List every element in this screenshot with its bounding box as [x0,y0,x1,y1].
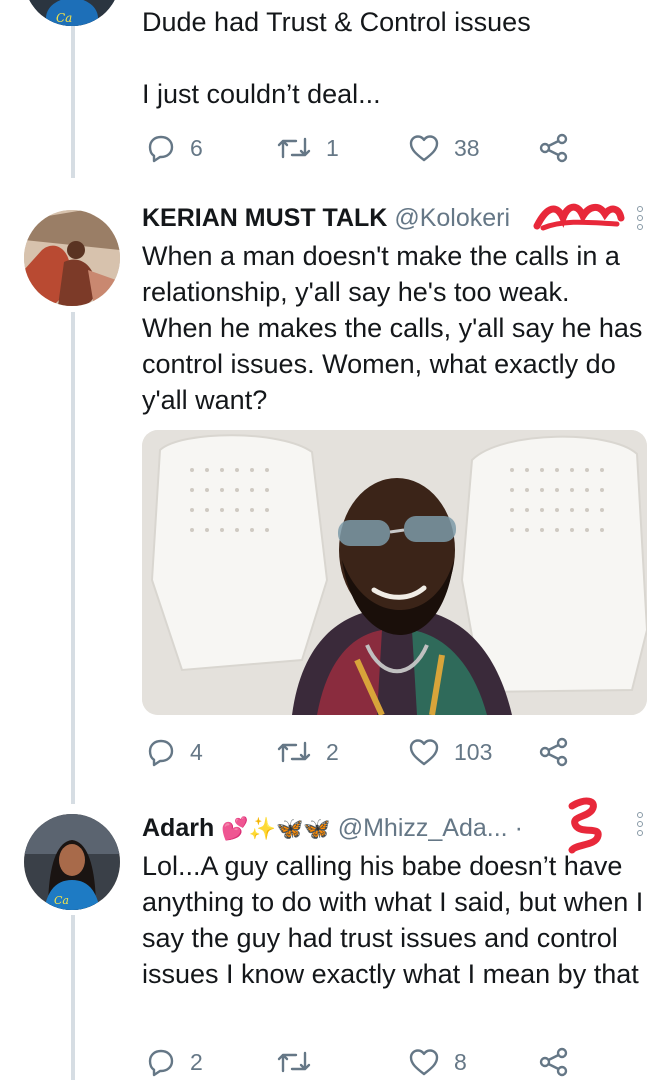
heart-icon [409,1049,439,1076]
tweet-actions: 4 2 103 [142,734,572,770]
redaction-scribble [533,203,625,231]
reply-count: 4 [190,738,203,765]
thread-line-bottom [71,915,75,1080]
redaction-scribble [568,797,602,854]
reply-button[interactable]: 4 [146,734,203,770]
reply-icon [148,1049,174,1077]
retweet-button[interactable]: 2 [276,734,339,770]
retweet-button[interactable] [276,1044,326,1080]
thread-line-top [71,0,75,178]
user-handle[interactable]: @Kolokeri [394,204,510,232]
like-count: 103 [454,738,493,765]
user-handle[interactable]: @Mhizz_Ada... [338,814,508,842]
tweet-text: When a man doesn't make the calls in a r… [142,241,643,415]
reply-icon [148,135,174,163]
retweet-button[interactable]: 1 [276,130,339,166]
tweet-header: Adarh 💕✨🦋🦋 @Mhizz_Ada... · [142,812,609,846]
retweet-icon [277,1051,311,1073]
name-emojis: 💕✨🦋🦋 [221,817,331,842]
reply-count: 6 [190,134,203,161]
reply-count: 2 [190,1048,203,1075]
like-button[interactable]: 38 [408,130,480,166]
reply-button[interactable]: 6 [146,130,203,166]
tweet-photo[interactable] [142,430,647,715]
avatar[interactable]: Ca [24,0,120,26]
like-button[interactable]: 103 [408,734,492,770]
tweet-text: Dude had Trust & Control issues I just c… [142,7,531,109]
tweet-actions: 6 1 38 [142,130,572,166]
display-name[interactable]: KERIAN MUST TALK [142,204,387,232]
share-button[interactable] [538,734,570,770]
display-name[interactable]: Adarh [142,814,214,842]
thread-line-middle [71,312,75,804]
separator-dot: · [514,814,523,842]
heart-icon [409,739,439,766]
svg-text:Ca: Ca [54,894,69,907]
more-options-button[interactable] [633,206,647,230]
retweet-count: 2 [326,738,339,765]
heart-icon [409,135,439,162]
reply-button[interactable]: 2 [146,1044,203,1080]
reply-icon [148,739,174,767]
avatar[interactable]: Ca [24,814,120,910]
like-count: 38 [454,134,480,161]
share-button[interactable] [538,1044,570,1080]
share-button[interactable] [538,130,570,166]
svg-text:Ca: Ca [56,11,72,25]
retweet-icon [277,137,311,159]
tweet-text: Lol...A guy calling his babe doesn’t hav… [142,851,644,989]
share-icon [539,1047,568,1077]
share-icon [539,737,568,767]
avatar[interactable] [24,210,120,306]
more-options-button[interactable] [633,812,647,836]
share-icon [539,133,568,163]
retweet-count: 1 [326,134,339,161]
like-count: 8 [454,1048,467,1075]
like-button[interactable]: 8 [408,1044,467,1080]
tweet-actions: 2 8 [142,1044,572,1080]
retweet-icon [277,741,311,763]
